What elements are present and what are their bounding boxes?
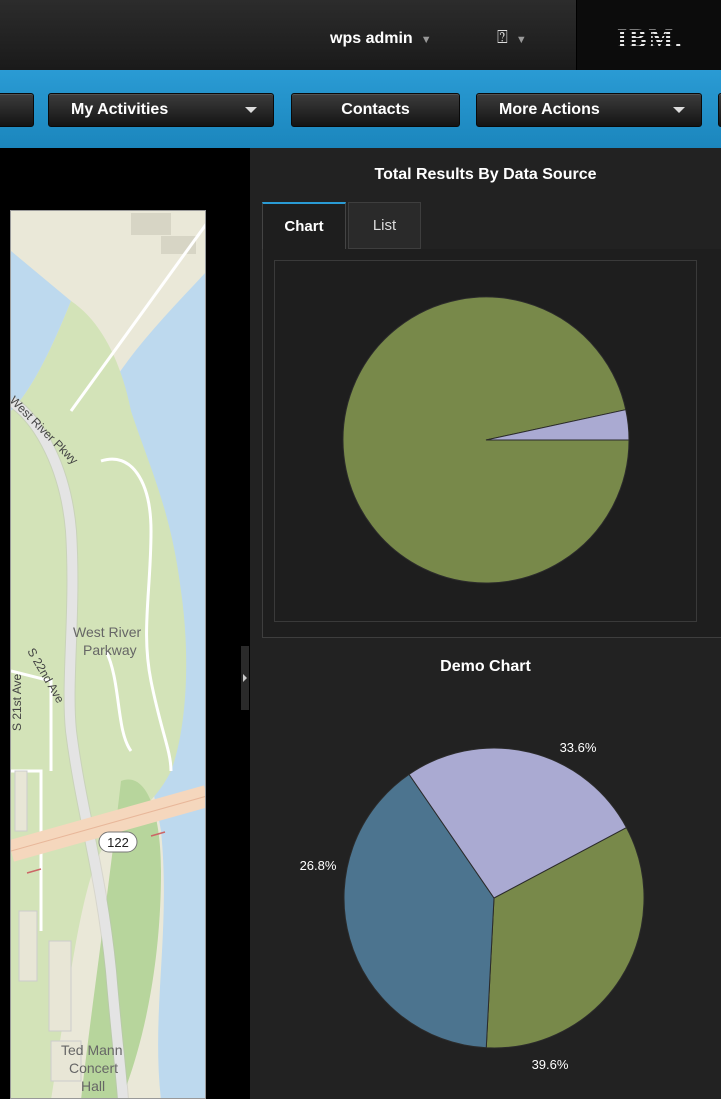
pie-label-1-0: 33.6% — [560, 740, 597, 755]
pie-label-1-1: 39.6% — [532, 1057, 569, 1072]
pie-label-1-2: 26.8% — [300, 858, 337, 873]
pie-charts: 33.6% 39.6% 26.8% — [300, 296, 645, 1072]
